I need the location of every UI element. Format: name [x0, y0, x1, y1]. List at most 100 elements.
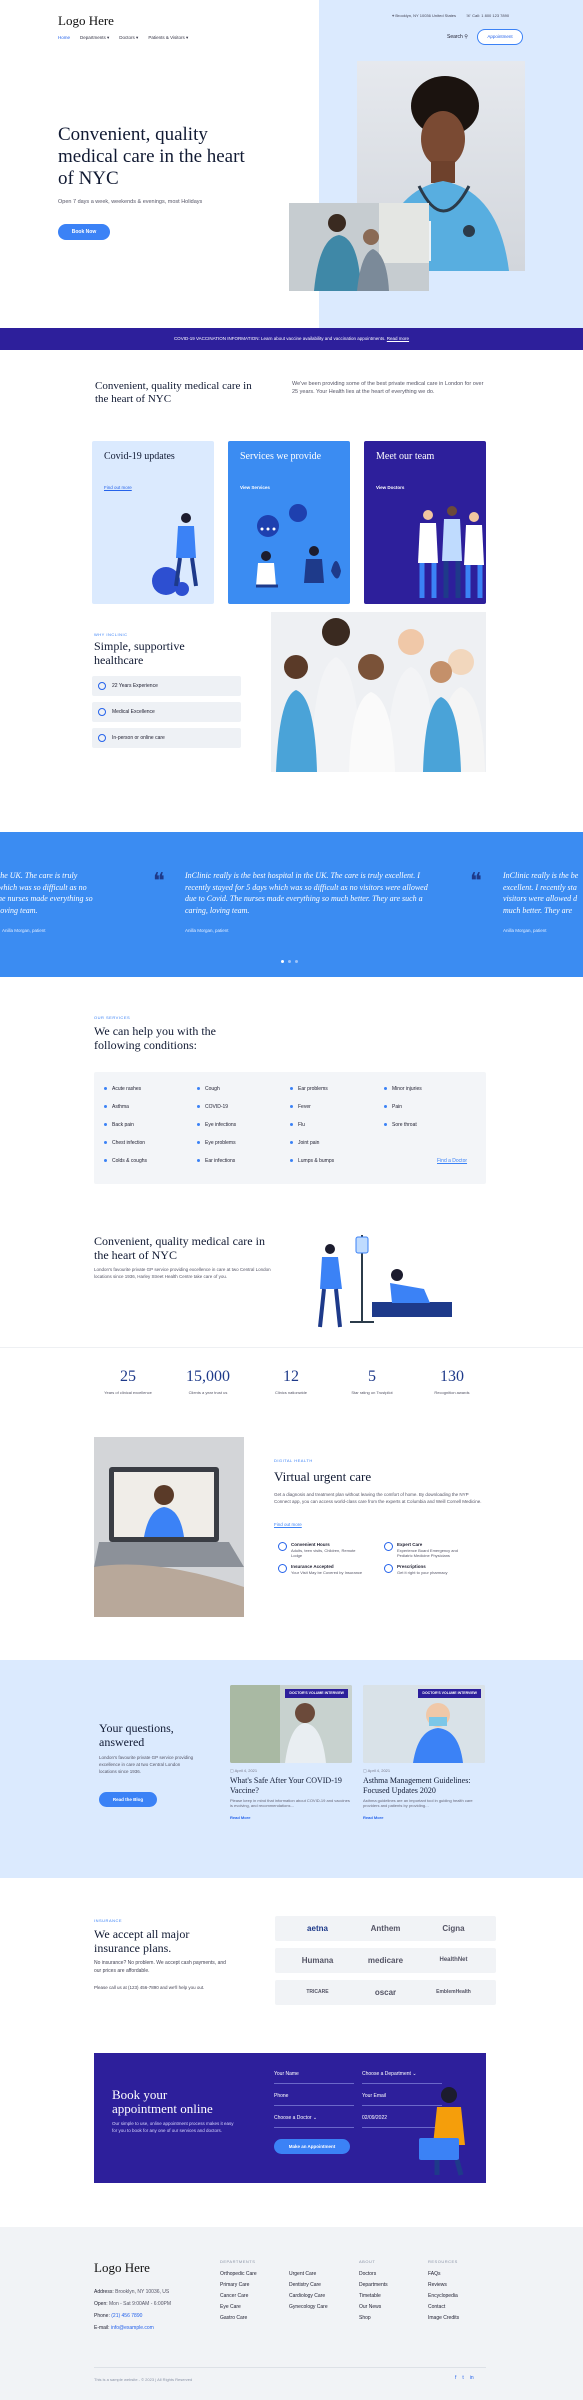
facebook-icon[interactable]: f: [455, 2375, 456, 2382]
footer-link[interactable]: Cancer Care: [220, 2293, 248, 2300]
footer-logo[interactable]: Logo Here: [94, 2259, 150, 2277]
footer-link[interactable]: Eye Care: [220, 2304, 241, 2311]
footer-link[interactable]: Reviews: [428, 2282, 447, 2289]
linkedin-icon[interactable]: in: [470, 2375, 474, 2382]
book-now-button[interactable]: Book Now: [58, 224, 110, 240]
footer-link[interactable]: Orthopedic Care: [220, 2271, 257, 2278]
footer-hours: Open: Mon - Sat 9:00AM - 6:00PM: [94, 2301, 171, 2307]
card-link[interactable]: Find out more: [104, 485, 132, 491]
stat-clients: 15,000 Clients a year trust us: [186, 1368, 230, 1395]
covid-updates-card[interactable]: Covid-19 updates Find out more: [92, 441, 214, 604]
post-title[interactable]: What's Safe After Your COVID-19 Vaccine?: [230, 1776, 352, 1794]
blog-post[interactable]: DOCTOR'S VOLUME INTERVIEW ▢ April 4, 202…: [230, 1685, 352, 1820]
footer-link[interactable]: Departments: [359, 2282, 388, 2289]
testimonial-right-author: Anilla Morgan, patient: [503, 928, 547, 933]
footer-link[interactable]: Cardiology Care: [289, 2293, 325, 2300]
card-title: Meet our team: [376, 451, 435, 462]
header-phone[interactable]: ☏ Call: 1 800 123 7890: [466, 13, 509, 18]
nav-doctors[interactable]: Doctors ▾: [119, 35, 138, 41]
make-appointment-button[interactable]: Make an Appointment: [274, 2139, 350, 2154]
feature-excellence: Medical Excellence: [92, 702, 241, 722]
phone-field[interactable]: Phone: [274, 2093, 288, 2100]
stat-rating: 5 Star rating on Trustpilot: [351, 1368, 393, 1395]
virtual-find-out-more-link[interactable]: Find out more: [274, 1522, 302, 1528]
footer-link[interactable]: Dentistry Care: [289, 2282, 321, 2289]
footer-link[interactable]: Primary Care: [220, 2282, 249, 2289]
service-expert-care: Expert Care Experience Board Emergency an…: [384, 1542, 472, 1559]
footer-link[interactable]: Contact: [428, 2304, 445, 2311]
condition-item: Eye infections: [205, 1122, 237, 1128]
footer-phone[interactable]: Phone: (21) 456 7890: [94, 2313, 142, 2320]
read-blog-button[interactable]: Read the Blog: [99, 1792, 157, 1807]
footer-link[interactable]: Image Credits: [428, 2315, 459, 2322]
copyright: This is a sample website - © 2023 | All …: [94, 2377, 193, 2382]
condition-item: Ear problems: [298, 1086, 328, 1092]
field-underline: [274, 2127, 354, 2128]
carousel-dot[interactable]: [281, 960, 284, 963]
site-logo[interactable]: Logo Here: [58, 12, 114, 30]
email-field[interactable]: Your Email: [362, 2093, 386, 2100]
find-doctor-link[interactable]: Find a Doctor: [437, 1158, 467, 1165]
booking-outer: Book your appointment online Our simple …: [0, 2053, 583, 2227]
virtual-title: Virtual urgent care: [274, 1469, 372, 1484]
top-info: ⌖ Brooklyn, NY 10036 United States ☏ Cal…: [392, 13, 509, 18]
covid-banner: COVID-19 VACCINATION INFORMATION: Learn …: [0, 328, 583, 350]
footer-link[interactable]: FAQs: [428, 2271, 441, 2278]
insurance-eyebrow: INSURANCE: [94, 1918, 123, 1923]
condition-item: Asthma: [112, 1104, 129, 1110]
footer-link[interactable]: Timetable: [359, 2293, 381, 2300]
doctor-select[interactable]: Choose a Doctor ⌄: [274, 2115, 317, 2122]
covid-read-more-link[interactable]: Read more: [387, 336, 409, 341]
footer-link[interactable]: Encyclopedia: [428, 2293, 458, 2300]
footer-email[interactable]: E-mail: info@example.com: [94, 2325, 154, 2332]
social-links: f t in: [455, 2375, 474, 2382]
condition-item: Sore throat: [392, 1122, 417, 1128]
department-select[interactable]: Choose a Department ⌄: [362, 2071, 417, 2078]
twitter-icon[interactable]: t: [462, 2375, 463, 2382]
search-icon: ⚲: [464, 34, 468, 40]
chevron-down-icon: ⌄: [312, 2115, 318, 2121]
footer-link[interactable]: Our News: [359, 2304, 381, 2311]
footer-link[interactable]: Shop: [359, 2315, 371, 2322]
card-link[interactable]: View Doctors: [376, 485, 404, 491]
post-tag: DOCTOR'S VOLUME INTERVIEW: [285, 1689, 348, 1698]
name-field[interactable]: Your Name: [274, 2071, 299, 2078]
iv-drip-illustration: [318, 1235, 452, 1328]
why-title: Simple, supportive healthcare: [94, 639, 185, 667]
carousel-dot[interactable]: [288, 960, 291, 963]
date-field[interactable]: 02/09/2022: [362, 2115, 387, 2122]
about-title: Convenient, quality medical care in the …: [94, 1234, 265, 1262]
award-icon: [98, 682, 106, 690]
post-read-more[interactable]: Read More: [363, 1815, 485, 1820]
carousel-dot[interactable]: [295, 960, 298, 963]
post-image[interactable]: DOCTOR'S VOLUME INTERVIEW: [230, 1685, 352, 1763]
post-excerpt: Please keep in mind that information abo…: [230, 1797, 350, 1809]
stat-clinics: 12 Clinics nationwide: [274, 1368, 307, 1395]
testimonial-quote: InClinic really is the best hospital in …: [185, 871, 428, 915]
footer-link[interactable]: Gynecology Care: [289, 2304, 328, 2311]
post-read-more[interactable]: Read More: [230, 1815, 352, 1820]
nav-home[interactable]: Home: [58, 35, 70, 41]
blog-post[interactable]: DOCTOR'S VOLUME INTERVIEW ▢ April 4, 202…: [363, 1685, 485, 1820]
condition-item: Minor injuries: [392, 1086, 422, 1092]
insurer-logo: EmblemHealth: [411, 1980, 496, 2005]
card-link[interactable]: View Services: [240, 485, 270, 491]
team-card[interactable]: Meet our team View Doctors: [364, 441, 486, 604]
services-illustration: [256, 504, 341, 588]
condition-item: Back pain: [112, 1122, 134, 1128]
testimonial-left-author: Anilla Morgan, patient: [2, 928, 46, 933]
footer-link[interactable]: Urgent Care: [289, 2271, 316, 2278]
services-card[interactable]: Services we provide View Services: [228, 441, 350, 604]
footer-link[interactable]: Gastro Care: [220, 2315, 247, 2322]
nav-patients[interactable]: Patients & Visitors ▾: [148, 35, 188, 41]
nav-departments[interactable]: Departments ▾: [80, 35, 109, 41]
field-underline: [274, 2105, 354, 2106]
condition-item: COVID-19: [205, 1104, 229, 1110]
footer-col-heading: ABOUT: [359, 2259, 376, 2264]
post-title[interactable]: Asthma Management Guidelines: Focused Up…: [363, 1776, 485, 1794]
about-text: London's favourite private GP service pr…: [94, 1267, 271, 1279]
appointment-button[interactable]: Appointment: [477, 29, 523, 45]
footer-link[interactable]: Doctors: [359, 2271, 376, 2278]
search-button[interactable]: Search ⚲: [447, 34, 468, 41]
post-image[interactable]: DOCTOR'S VOLUME INTERVIEW: [363, 1685, 485, 1763]
